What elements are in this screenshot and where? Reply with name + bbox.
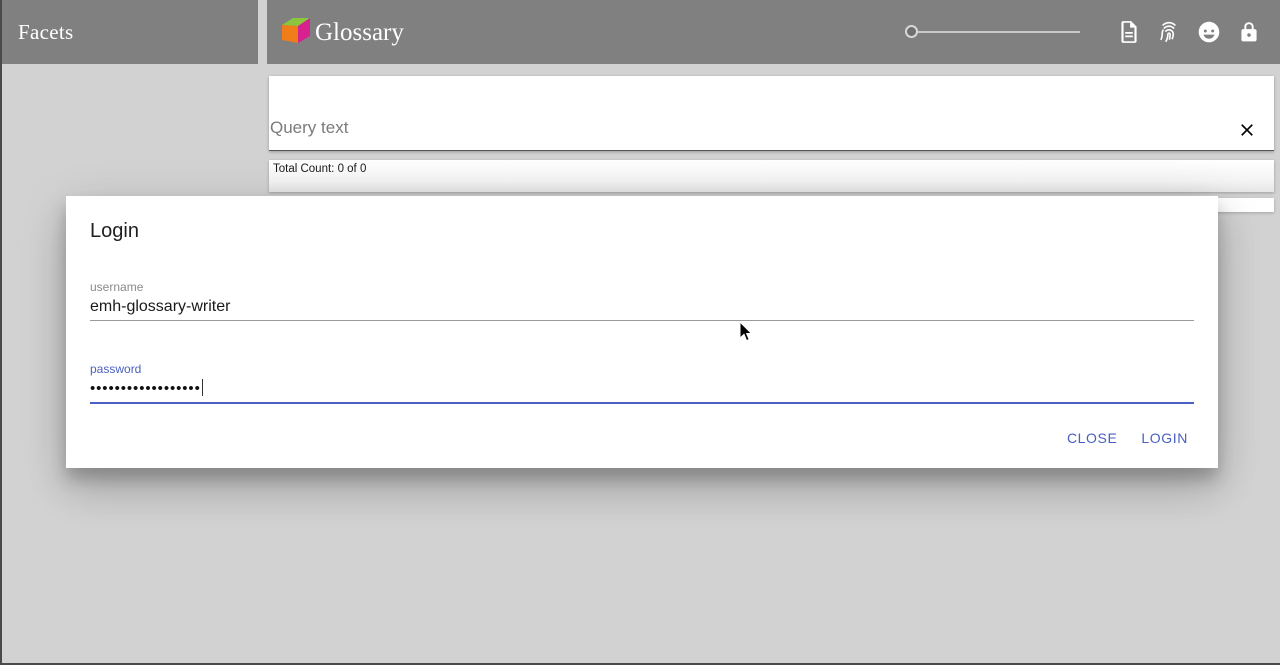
text-caret <box>201 379 203 396</box>
password-field[interactable]: password •••••••••••••••••• <box>90 362 1194 404</box>
username-field[interactable]: username emh-glossary-writer <box>90 280 1194 321</box>
total-count-text: Total Count: 0 of 0 <box>273 163 367 175</box>
zoom-slider[interactable] <box>905 21 1080 43</box>
query-clear-button[interactable] <box>1234 117 1260 143</box>
brand[interactable]: Glossary <box>279 16 404 48</box>
query-card: Query text <box>269 76 1274 151</box>
zoom-slider-track <box>913 31 1080 33</box>
document-icon[interactable] <box>1116 19 1142 45</box>
facets-title: Facets <box>18 19 74 44</box>
close-icon <box>1241 124 1253 136</box>
total-count-bar: Total Count: 0 of 0 <box>269 160 1274 192</box>
brand-name: Glossary <box>315 18 404 46</box>
dialog-actions: CLOSE LOGIN <box>1055 422 1200 454</box>
username-label: username <box>90 280 144 294</box>
username-input[interactable]: emh-glossary-writer <box>90 294 1194 320</box>
login-button[interactable]: LOGIN <box>1129 422 1200 454</box>
password-label: password <box>90 362 142 376</box>
facets-panel[interactable]: Facets <box>2 0 258 64</box>
glossary-header: Glossary <box>267 0 1280 64</box>
query-underline <box>269 150 1274 151</box>
lock-icon[interactable] <box>1236 19 1262 45</box>
dialog-title: Login <box>90 220 139 242</box>
zoom-slider-knob[interactable] <box>905 25 918 38</box>
username-underline <box>90 320 1194 321</box>
app-window: Facets Glossary Query text Total Count: … <box>0 0 1280 665</box>
query-input-placeholder[interactable]: Query text <box>270 118 348 138</box>
header-actions <box>905 19 1262 45</box>
close-button[interactable]: CLOSE <box>1055 422 1129 454</box>
fingerprint-icon[interactable] <box>1156 19 1182 45</box>
face-icon[interactable] <box>1196 19 1222 45</box>
password-masked-value: •••••••••••••••••• <box>90 380 201 397</box>
password-underline <box>90 402 1194 404</box>
password-input[interactable]: •••••••••••••••••• <box>90 376 1194 402</box>
cube-logo-icon <box>282 18 310 43</box>
query-field[interactable]: Query text <box>269 77 1274 151</box>
login-dialog: Login username emh-glossary-writer passw… <box>66 196 1218 468</box>
